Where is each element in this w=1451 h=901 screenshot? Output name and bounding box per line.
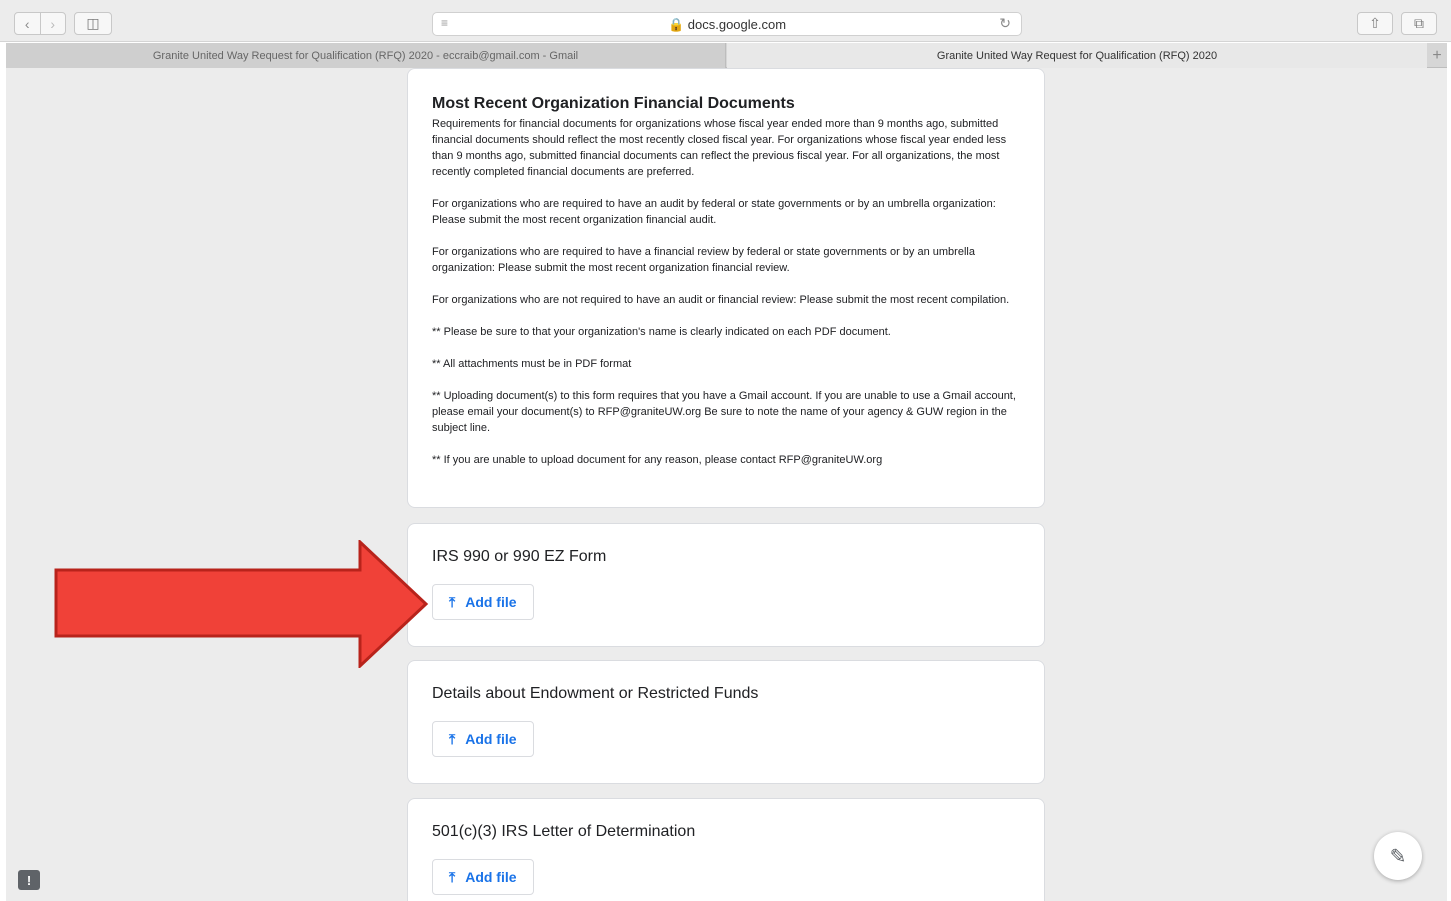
sidebar-icon[interactable]: ◫: [74, 12, 112, 35]
add-file-button[interactable]: ⤒ Add file: [432, 721, 534, 757]
add-file-button[interactable]: ⤒ Add file: [432, 584, 534, 620]
upload-icon: ⤒: [449, 730, 456, 747]
section-paragraph: ** All attachments must be in PDF format: [432, 358, 632, 370]
share-icon[interactable]: ⇧: [1357, 12, 1393, 35]
section-paragraph: ** Please be sure to that your organizat…: [432, 326, 891, 338]
question-card-irs-990: IRS 990 or 990 EZ Form ⤒ Add file: [407, 523, 1045, 647]
section-paragraph: ** Uploading document(s) to this form re…: [432, 390, 1016, 434]
tabs-overview-icon[interactable]: ⧉: [1401, 12, 1437, 35]
nav-buttons: ‹ ›: [14, 12, 66, 35]
browser-toolbar: ‹ › ◫ ≡ 🔒 docs.google.com ↻ ⇧ ⧉: [0, 0, 1451, 42]
url-text: 🔒 docs.google.com: [667, 17, 787, 32]
forward-icon[interactable]: ›: [39, 13, 66, 34]
section-paragraph: For organizations who are not required t…: [432, 294, 1010, 306]
feedback-icon[interactable]: !: [18, 870, 40, 890]
question-title: Details about Endowment or Restricted Fu…: [432, 685, 759, 702]
question-title: IRS 990 or 990 EZ Form: [432, 548, 607, 565]
add-file-label: Add file: [465, 869, 517, 885]
section-paragraph: ** If you are unable to upload document …: [432, 454, 883, 466]
edit-pencil-button[interactable]: ✎: [1374, 832, 1422, 880]
reload-icon[interactable]: ↻: [999, 15, 1011, 32]
question-card-501c3: 501(c)(3) IRS Letter of Determination ⤒ …: [407, 798, 1045, 901]
section-title: Most Recent Organization Financial Docum…: [432, 95, 795, 112]
form-page: Most Recent Organization Financial Docum…: [6, 68, 1447, 901]
tab-gmail[interactable]: Granite United Way Request for Qualifica…: [6, 43, 726, 68]
pencil-icon: ✎: [1389, 845, 1407, 868]
tab-bar: Granite United Way Request for Qualifica…: [6, 43, 1447, 68]
new-tab-button[interactable]: +: [1427, 43, 1447, 68]
question-title: 501(c)(3) IRS Letter of Determination: [432, 823, 696, 840]
question-card-endowment: Details about Endowment or Restricted Fu…: [407, 660, 1045, 784]
add-file-label: Add file: [465, 731, 517, 747]
back-icon[interactable]: ‹: [15, 13, 40, 34]
section-paragraph: For organizations who are required to ha…: [432, 198, 996, 226]
section-paragraph: For organizations who are required to ha…: [432, 246, 975, 274]
upload-icon: ⤒: [449, 868, 456, 885]
add-file-label: Add file: [465, 594, 517, 610]
url-value: docs.google.com: [687, 17, 787, 32]
section-paragraph: Requirements for financial documents for…: [432, 118, 1007, 178]
section-description-card: Most Recent Organization Financial Docum…: [407, 68, 1045, 508]
upload-icon: ⤒: [449, 593, 456, 610]
red-arrow-icon: [54, 540, 429, 668]
tab-form[interactable]: Granite United Way Request for Qualifica…: [727, 43, 1427, 68]
add-file-button[interactable]: ⤒ Add file: [432, 859, 534, 895]
address-bar[interactable]: ≡ 🔒 docs.google.com ↻: [432, 12, 1022, 36]
